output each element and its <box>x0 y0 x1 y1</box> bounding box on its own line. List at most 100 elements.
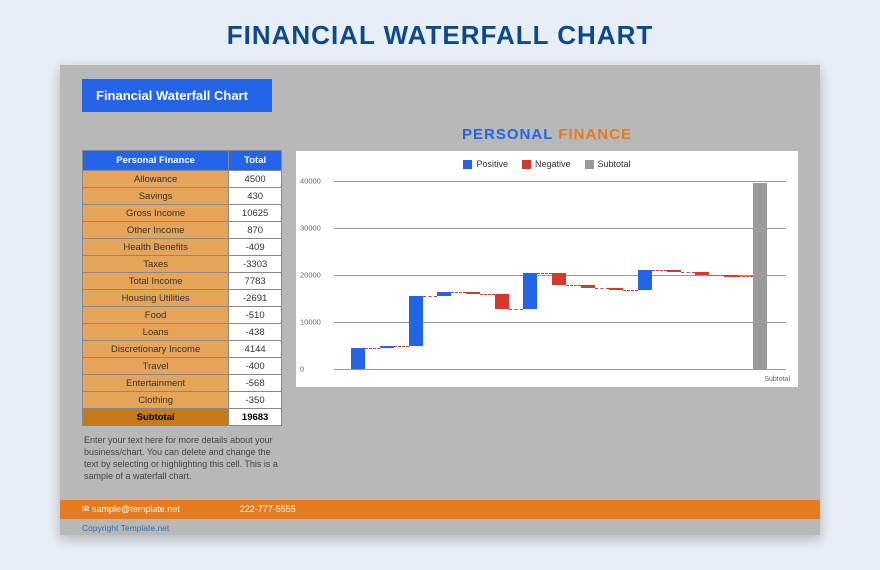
cell-value: -409 <box>229 239 282 256</box>
table-row: Gross Income10625 <box>83 205 282 222</box>
bar-neg <box>695 272 709 275</box>
table-row: Taxes-3303 <box>83 256 282 273</box>
cell-value: 430 <box>229 188 282 205</box>
page-title: FINANCIAL WATERFALL CHART <box>60 20 820 51</box>
cell-value: -510 <box>229 307 282 324</box>
table-row: Housing Utilities-2691 <box>83 290 282 307</box>
bar-pos <box>437 292 451 296</box>
table-row: Travel-400 <box>83 358 282 375</box>
bar-pos <box>409 296 423 346</box>
table-row: Health Benefits-409 <box>83 239 282 256</box>
gridline <box>334 369 786 370</box>
cell-label: Other Income <box>83 222 229 239</box>
table-row: Allowance4500 <box>83 171 282 188</box>
waterfall-chart: Positive Negative Subtotal Subtotal 0100… <box>296 151 798 387</box>
chart-badge: Financial Waterfall Chart <box>82 79 272 112</box>
cell-value: 4144 <box>229 341 282 358</box>
cell-value: 10625 <box>229 205 282 222</box>
copyright: Copyright Template.net <box>82 523 169 533</box>
chart-title-personal: PERSONAL <box>462 126 553 143</box>
bar-neg <box>581 285 595 287</box>
cell-value: 870 <box>229 222 282 239</box>
bar-pos <box>351 348 365 369</box>
cell-label: Health Benefits <box>83 239 229 256</box>
cell-value: -568 <box>229 375 282 392</box>
connector-line <box>595 288 610 289</box>
cell-value: -3303 <box>229 256 282 273</box>
connector-line <box>394 346 409 347</box>
connector-line <box>480 294 495 295</box>
footer-bar: ✉ sample@template.net 222-777-5555 <box>60 500 820 519</box>
bar-neg <box>609 288 623 290</box>
y-tick-label: 20000 <box>300 271 321 280</box>
bar-sub <box>753 183 767 370</box>
connector-line <box>709 275 724 276</box>
bar-neg <box>466 292 480 294</box>
bar-neg <box>495 294 509 310</box>
connector-line <box>566 285 581 286</box>
gridline <box>334 228 786 229</box>
connector-line <box>509 309 524 310</box>
cell-value: 7783 <box>229 273 282 290</box>
cell-label: Clothing <box>83 392 229 409</box>
table-row: Other Income870 <box>83 222 282 239</box>
footer-phone: 222-777-5555 <box>240 504 296 515</box>
connector-line <box>652 270 667 271</box>
bar-neg <box>667 270 681 272</box>
cell-label: Travel <box>83 358 229 375</box>
bar-pos <box>638 270 652 289</box>
sheet-card: Financial Waterfall Chart Personal Finan… <box>60 65 820 535</box>
connector-line <box>365 348 380 349</box>
th-total: Total <box>229 151 282 171</box>
legend-negative: Negative <box>522 159 571 169</box>
y-tick-label: 30000 <box>300 224 321 233</box>
table-row: Food-510 <box>83 307 282 324</box>
table-row: Loans-438 <box>83 324 282 341</box>
xlabel-subtotal: Subtotal <box>764 376 790 383</box>
cell-value: -2691 <box>229 290 282 307</box>
table-row: Entertainment-568 <box>83 375 282 392</box>
chart-title: PERSONAL FINANCE <box>296 126 798 143</box>
cell-label: Savings <box>83 188 229 205</box>
data-table: Personal Finance Total Allowance4500Savi… <box>82 150 282 426</box>
legend-positive: Positive <box>463 159 508 169</box>
y-tick-label: 0 <box>300 365 304 374</box>
chart-legend: Positive Negative Subtotal <box>296 151 798 173</box>
table-row: Discretionary Income4144 <box>83 341 282 358</box>
connector-line <box>451 292 466 293</box>
footer-email: ✉ sample@template.net <box>82 504 180 515</box>
bar-neg <box>552 273 566 286</box>
th-label: Personal Finance <box>83 151 229 171</box>
bar-neg <box>724 275 738 277</box>
table-row: Savings430 <box>83 188 282 205</box>
connector-line <box>423 296 438 297</box>
cell-value: -350 <box>229 392 282 409</box>
connector-line <box>537 273 552 274</box>
cell-label: Total Income <box>83 273 229 290</box>
cell-label: Taxes <box>83 256 229 273</box>
cell-label: Entertainment <box>83 375 229 392</box>
chart-title-finance: FINANCE <box>558 126 632 143</box>
cell-label: Loans <box>83 324 229 341</box>
cell-label: Subtotal <box>83 409 229 426</box>
cell-label: Allowance <box>83 171 229 188</box>
legend-subtotal: Subtotal <box>585 159 631 169</box>
y-tick-label: 40000 <box>300 177 321 186</box>
connector-line <box>681 272 696 273</box>
cell-value: 4500 <box>229 171 282 188</box>
cell-value: 19683 <box>229 409 282 426</box>
table-row: Total Income7783 <box>83 273 282 290</box>
cell-label: Food <box>83 307 229 324</box>
connector-line <box>738 276 753 277</box>
table-row: Clothing-350 <box>83 392 282 409</box>
table-row-subtotal: Subtotal19683 <box>83 409 282 426</box>
connector-line <box>623 290 638 291</box>
cell-label: Housing Utilities <box>83 290 229 307</box>
cell-value: -438 <box>229 324 282 341</box>
cell-label: Gross Income <box>83 205 229 222</box>
gridline <box>334 181 786 182</box>
bar-pos <box>380 346 394 348</box>
note-text: Enter your text here for more details ab… <box>82 434 282 483</box>
cell-value: -400 <box>229 358 282 375</box>
gridline <box>334 322 786 323</box>
